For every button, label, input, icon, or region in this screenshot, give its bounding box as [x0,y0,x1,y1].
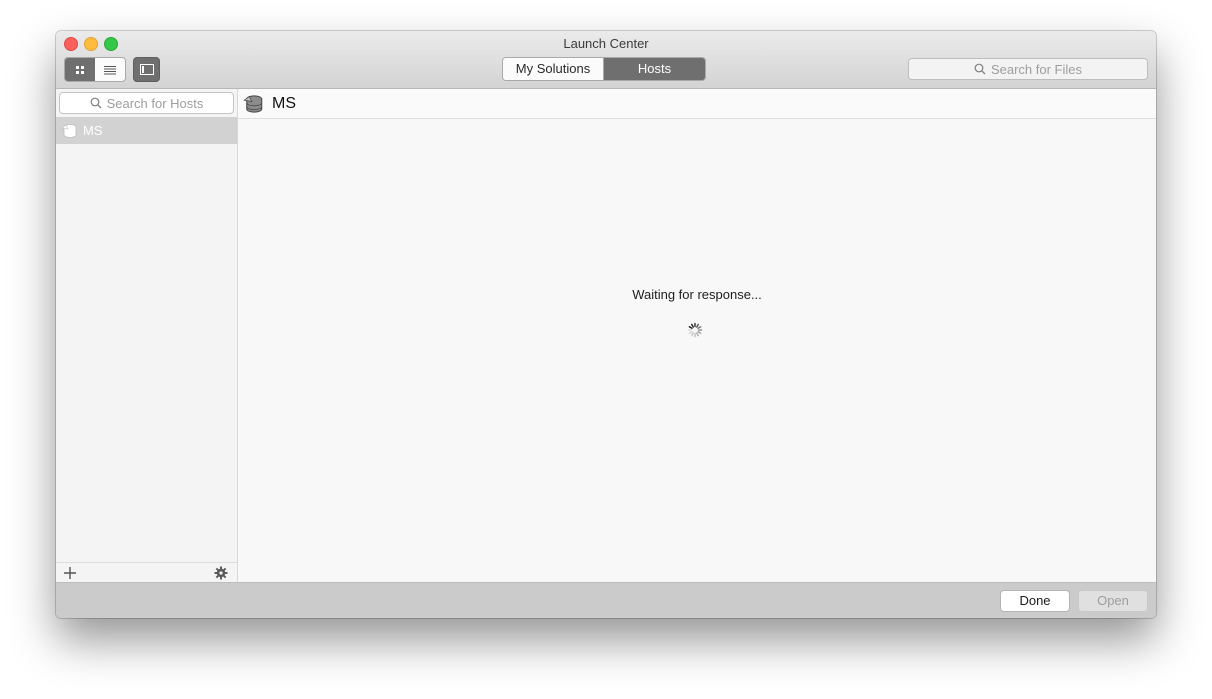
host-list-item[interactable]: MS [56,117,237,144]
host-icon [243,94,263,113]
content-title: MS [272,94,296,112]
host-label: MS [83,123,103,138]
title-bar: Launch Center My Solutions Hosts Search … [56,31,1156,89]
mode-tabs: My Solutions Hosts [502,57,706,81]
bottom-bar: Done Open [56,582,1156,618]
content-header: MS [238,89,1156,119]
launch-center-window: Launch Center My Solutions Hosts Search … [56,31,1156,618]
grid-view-icon [76,65,84,74]
list-view-button[interactable] [95,58,125,81]
search-icon [974,63,986,75]
open-button[interactable]: Open [1078,590,1148,612]
view-mode-control [64,57,126,82]
sidebar-footer [56,562,237,583]
grid-view-button[interactable] [65,58,95,81]
tab-hosts[interactable]: Hosts [604,58,705,80]
sidebar-toggle-icon [139,64,154,75]
sidebar-toggle-button[interactable] [133,57,160,82]
status-text: Waiting for response... [632,287,762,302]
main-content-area: Waiting for response... [238,119,1156,583]
window-title: Launch Center [563,36,649,51]
search-files-placeholder: Search for Files [990,61,1083,77]
host-icon [61,123,77,138]
search-icon [90,97,102,109]
hosts-sidebar: Search for Hosts MS [56,89,238,583]
gear-icon[interactable] [214,566,228,580]
search-hosts-field[interactable]: Search for Hosts [59,92,234,114]
search-files-field[interactable]: Search for Files [908,58,1148,80]
plus-icon[interactable] [63,566,77,580]
list-view-icon [104,65,116,74]
tab-my-solutions[interactable]: My Solutions [503,58,604,80]
spinner-icon [687,322,703,338]
search-hosts-placeholder: Search for Hosts [106,95,204,111]
done-button[interactable]: Done [1000,590,1070,612]
